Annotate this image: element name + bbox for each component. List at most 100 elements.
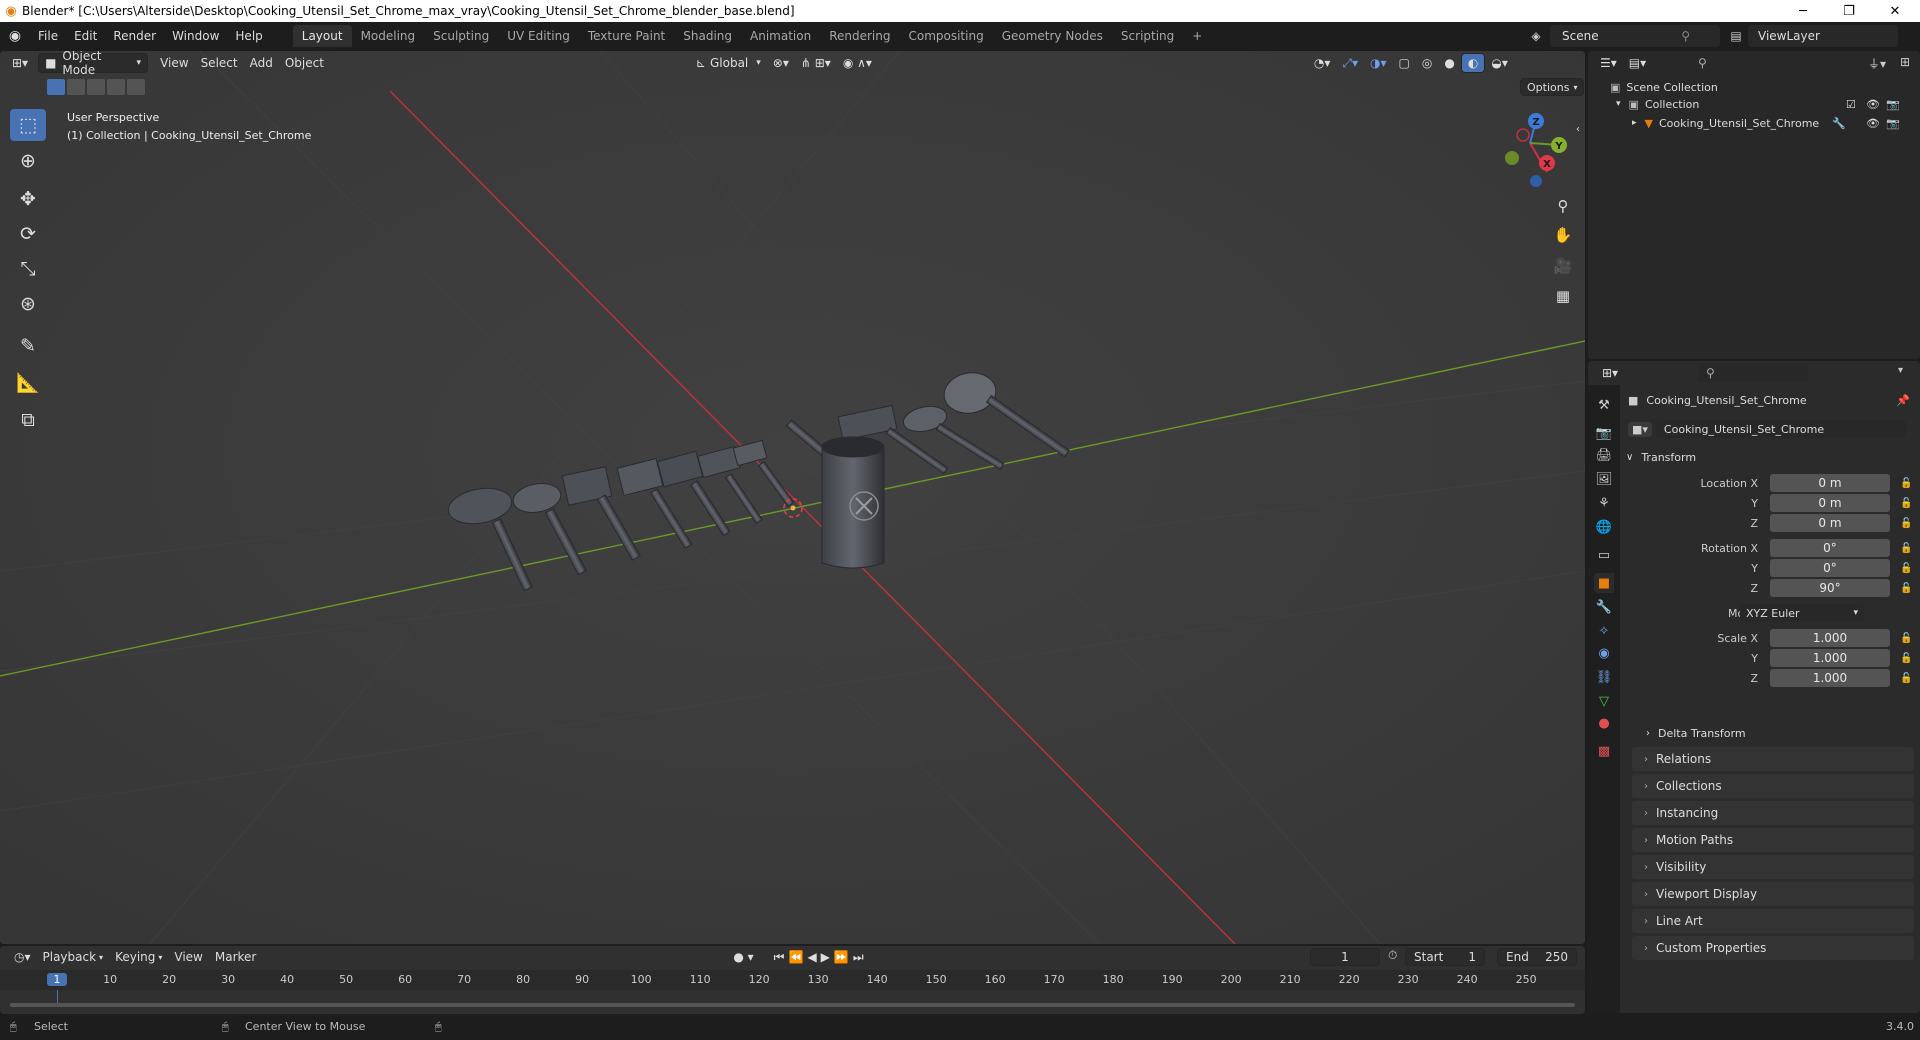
location-x-field[interactable]: 0 m: [1770, 474, 1890, 492]
lock-icon[interactable]: 🔓: [1900, 478, 1912, 489]
snap-icon[interactable]: ⋔ ⊞▾: [795, 53, 837, 73]
playback-menu[interactable]: Playback ▾: [37, 947, 110, 967]
new-collection-icon[interactable]: ⊞: [1900, 55, 1910, 69]
view-layer-browse-icon[interactable]: ▤: [1725, 25, 1747, 47]
scale-y-field[interactable]: 1.000: [1770, 649, 1890, 667]
annotate-tool[interactable]: ✎: [10, 330, 46, 362]
menu-render[interactable]: Render: [105, 29, 164, 43]
scale-x-field[interactable]: 1.000: [1770, 629, 1890, 647]
current-frame-field[interactable]: 1: [1310, 948, 1380, 966]
panel-collections[interactable]: › Collections: [1632, 774, 1914, 798]
tool-tab-icon[interactable]: ⚒: [1594, 395, 1614, 415]
move-tool[interactable]: ✥: [10, 183, 46, 215]
panel-visibility[interactable]: › Visibility: [1632, 855, 1914, 879]
object-name-input[interactable]: Cooking_Utensil_Set_Chrome: [1655, 420, 1906, 438]
lock-icon[interactable]: 🔓: [1900, 543, 1912, 554]
sidebar-toggle-icon[interactable]: ‹: [1571, 117, 1585, 141]
render-tab-icon[interactable]: 📷: [1594, 423, 1614, 443]
menu-help[interactable]: Help: [227, 29, 270, 43]
data-tab-icon[interactable]: ▽: [1594, 691, 1614, 711]
tab-texture-paint[interactable]: Texture Paint: [579, 25, 674, 47]
delta-transform-subpanel[interactable]: › Delta Transform: [1646, 724, 1746, 742]
checkbox-icon[interactable]: ☑: [1846, 98, 1856, 111]
eye-icon[interactable]: 👁: [1866, 98, 1880, 111]
view-layer-tab-icon[interactable]: 🖼: [1594, 469, 1614, 489]
viewport-menu-add[interactable]: Add: [244, 53, 279, 73]
collection-tab-icon[interactable]: ▭: [1594, 545, 1614, 565]
object-tab-icon[interactable]: ■: [1594, 573, 1614, 593]
timeline-view-menu[interactable]: View: [168, 947, 208, 967]
physics-tab-icon[interactable]: ◉: [1594, 643, 1614, 663]
proportional-edit-icon[interactable]: ◉ ∧▾: [837, 53, 878, 73]
measure-tool[interactable]: 📐: [10, 366, 46, 398]
tab-geometry-nodes[interactable]: Geometry Nodes: [993, 25, 1112, 47]
camera-icon[interactable]: 📷: [1886, 98, 1900, 111]
select-invert-icon[interactable]: [107, 79, 125, 95]
timeline-editor-type-icon[interactable]: ◷▾: [8, 947, 37, 967]
visibility-icon[interactable]: ◔▾: [1308, 53, 1337, 73]
rotation-z-field[interactable]: 90°: [1770, 579, 1890, 597]
prev-keyframe-icon[interactable]: ⏪: [788, 950, 807, 964]
viewport-menu-select[interactable]: Select: [195, 53, 244, 73]
tab-shading[interactable]: Shading: [674, 25, 741, 47]
scale-tool[interactable]: ⤡: [10, 253, 46, 285]
rotation-mode-select[interactable]: XYZ Euler ▾: [1740, 604, 1864, 622]
stopwatch-icon[interactable]: ⏱: [1388, 948, 1397, 963]
panel-custom-properties[interactable]: › Custom Properties: [1632, 936, 1914, 960]
rotate-tool[interactable]: ⟳: [10, 218, 46, 250]
menu-window[interactable]: Window: [164, 29, 227, 43]
cursor-tool[interactable]: ⊕: [10, 145, 46, 177]
properties-search-input[interactable]: ⚲: [1698, 364, 1808, 382]
timeline-editor[interactable]: ◷▾ Playback ▾ Keying ▾ View Marker ● ▾ ⏮ ⏪…: [0, 946, 1585, 1014]
camera-icon[interactable]: 📷: [1886, 117, 1900, 130]
rotation-x-field[interactable]: 0°: [1770, 539, 1890, 557]
options-dropdown[interactable]: Options ▾: [1520, 78, 1585, 96]
select-subtract-icon[interactable]: [87, 79, 105, 95]
rotation-y-field[interactable]: 0°: [1770, 559, 1890, 577]
menu-file[interactable]: File: [30, 29, 66, 43]
blender-menu-icon[interactable]: ◉: [0, 28, 30, 44]
outliner-search-input[interactable]: ⚲: [1690, 54, 1800, 72]
eye-icon[interactable]: 👁: [1866, 117, 1880, 130]
modifier-tab-icon[interactable]: 🔧: [1594, 597, 1614, 617]
tab-sculpting[interactable]: Sculpting: [424, 25, 498, 47]
view-layer-selector[interactable]: ViewLayer: [1748, 25, 1898, 47]
pin-icon[interactable]: 📌: [1896, 394, 1910, 407]
location-y-field[interactable]: 0 m: [1770, 494, 1890, 512]
add-workspace-button[interactable]: +: [1183, 25, 1211, 47]
scale-z-field[interactable]: 1.000: [1770, 669, 1890, 687]
select-intersect-icon[interactable]: [127, 79, 145, 95]
lock-icon[interactable]: 🔓: [1900, 653, 1912, 664]
3d-viewport[interactable]: X Y Z ⊞▾ ■ Object Mode ▾ View Select Add…: [0, 51, 1585, 944]
mode-selector[interactable]: ■ Object Mode ▾: [38, 51, 149, 77]
transform-orientation-selector[interactable]: ⊾ Global ▾: [690, 53, 767, 73]
world-tab-icon[interactable]: 🌐: [1594, 517, 1614, 537]
material-tab-icon[interactable]: ●: [1594, 713, 1614, 733]
tab-animation[interactable]: Animation: [741, 25, 820, 47]
properties-editor[interactable]: ⊞▾ ⚲ ▾ ⚒ 📷 🖨 🖼 ⚘ 🌐 ▭ ■ 🔧 ✧ ◉ ⛓ ▽ ● ▩ ■ C…: [1588, 361, 1920, 1013]
outliner-editor[interactable]: ☰▾ ▤▾ ⚲ ⏚▾ ⊞ ▣ Scene Collection ▾ ▣ Coll…: [1588, 51, 1920, 359]
overlay-toggle-icon[interactable]: ◑▾: [1364, 53, 1393, 73]
pivot-point-icon[interactable]: ⊗▾: [767, 53, 795, 73]
lock-icon[interactable]: 🔓: [1900, 498, 1912, 509]
minimize-button[interactable]: ─: [1780, 0, 1826, 22]
pin-icon[interactable]: ⚲: [1681, 29, 1690, 43]
gizmo-toggle-icon[interactable]: ⤢▾: [1336, 53, 1364, 73]
panel-line-art[interactable]: › Line Art: [1632, 909, 1914, 933]
perspective-grid-icon[interactable]: ▦: [1551, 284, 1575, 308]
transform-panel-header[interactable]: ∨ Transform: [1626, 446, 1916, 468]
jump-end-icon[interactable]: ⏭: [853, 950, 868, 965]
expand-arrow-icon[interactable]: ▾: [1616, 99, 1621, 109]
timeline-scrollbar[interactable]: [10, 1003, 1575, 1007]
auto-keying-icon[interactable]: ● ▾: [727, 947, 759, 967]
outliner-object-row[interactable]: ▸ ▼ Cooking_Utensil_Set_Chrome 🔧 👁 📷: [1632, 114, 1920, 132]
scene-browse-icon[interactable]: ◈: [1525, 25, 1547, 47]
close-button[interactable]: ✕: [1872, 0, 1918, 22]
lock-icon[interactable]: 🔓: [1900, 633, 1912, 644]
viewport-menu-view[interactable]: View: [154, 53, 194, 73]
viewport-menu-object[interactable]: Object: [279, 53, 330, 73]
tab-rendering[interactable]: Rendering: [820, 25, 899, 47]
timeline-marker-menu[interactable]: Marker: [209, 947, 262, 967]
constraints-tab-icon[interactable]: ⛓: [1594, 667, 1614, 687]
select-box-tool[interactable]: ⬚: [10, 109, 46, 141]
